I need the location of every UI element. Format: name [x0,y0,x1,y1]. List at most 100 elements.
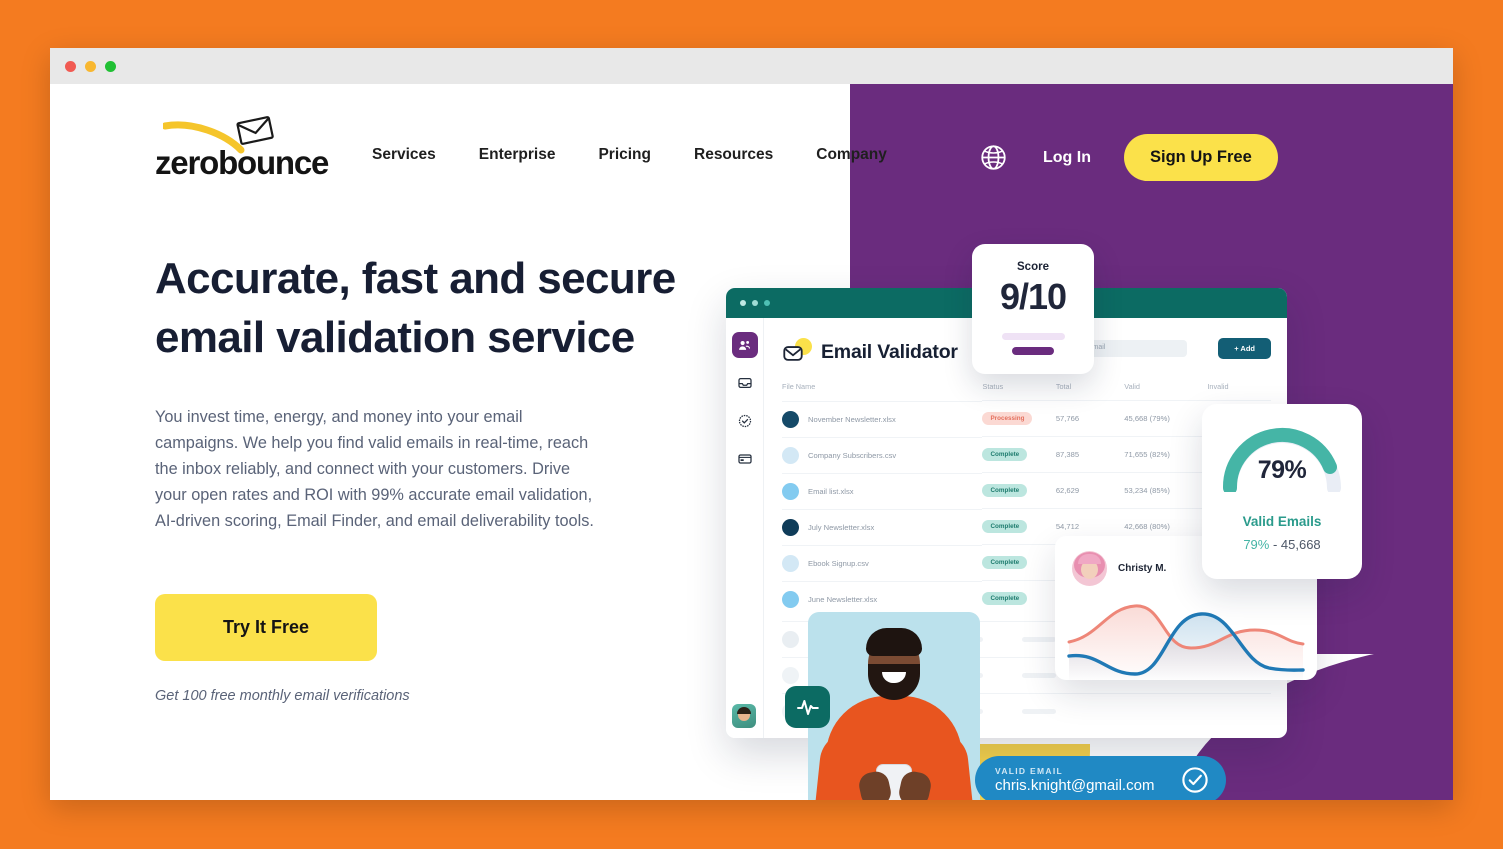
signup-free-button[interactable]: Sign Up Free [1123,134,1278,181]
window-maximize-dot[interactable] [105,61,116,72]
cell-file-name: November Newsletter.xlsx [782,400,983,437]
app-dot-2 [752,300,758,306]
login-link[interactable]: Log In [1043,149,1091,167]
gauge-detail: 79% - 45,668 [1243,537,1320,552]
window-minimize-dot[interactable] [85,61,96,72]
chart-user: Christy M. [1072,551,1166,586]
file-name-text: July Newsletter.xlsx [808,522,875,532]
status-badge: Complete [982,484,1028,497]
gauge: 79% [1220,426,1344,495]
site-header: zerobounce Services Enterprise Pricing R… [50,84,1453,194]
logo-text-zero: zero [155,144,219,181]
file-type-dot [782,554,799,572]
main-nav: Services Enterprise Pricing Resources Co… [372,146,887,164]
nav-item-pricing[interactable]: Pricing [598,146,651,164]
sidebar-user-avatar[interactable] [732,704,756,728]
app-dot-3 [764,300,770,306]
file-name-text: Company Subscribers.csv [808,450,897,460]
placeholder-bar [1022,672,1056,678]
score-bar-light [1001,333,1065,340]
page-title: Accurate, fast and secure email validati… [155,254,676,362]
col-invalid: Invalid [1207,382,1229,391]
file-name-text: June Newsletter.xlsx [808,594,878,604]
activity-tile[interactable] [785,686,830,728]
table-row[interactable]: November Newsletter.xlsx Processing 57,766… [782,400,1271,437]
cell-file-name: Email list.xlsx [782,472,983,509]
cell-valid: 71,655 (82%) [1124,436,1208,473]
file-type-dot [782,518,799,536]
cta-note: Get 100 free monthly email verifications [155,688,410,704]
status-badge: Complete [982,592,1028,606]
table-row[interactable]: Company Subscribers.csv Complete 87,385 71,… [782,436,1271,473]
score-label: Score [1017,261,1049,273]
avatar-hair [737,707,751,714]
cell-status: Complete [982,580,1056,617]
page-root: zerobounce Services Enterprise Pricing R… [0,0,1503,849]
cell-total: 57,766 [1055,400,1125,437]
nav-item-enterprise[interactable]: Enterprise [479,146,556,164]
pulse-icon [796,700,819,715]
score-value: 9/10 [999,276,1067,317]
file-type-dot [782,410,799,428]
cell-valid: 45,668 (79%) [1124,400,1208,437]
file-type-dot [782,482,799,500]
try-it-free-button[interactable]: Try It Free [155,594,378,661]
sidebar-item-verified[interactable] [732,408,758,434]
status-badge: Complete [982,448,1028,461]
valid-email-badge: VALID EMAIL chris.knight@gmail.com [975,756,1227,800]
file-name-text: Email list.xlsx [808,486,854,496]
valid-email-label: VALID EMAIL [995,766,1063,776]
sidebar-item-inbox[interactable] [732,370,758,396]
cell-valid: 53,234 (85%) [1124,472,1208,509]
envelope-icon [783,346,803,361]
nav-item-resources[interactable]: Resources [694,146,773,164]
logo-text-bounce: bounce [218,144,329,181]
placeholder-bar [1022,708,1056,714]
cell-file-name: Company Subscribers.csv [782,436,983,473]
placeholder-dot [782,666,799,684]
status-badge: Processing [982,412,1033,425]
hero-paragraph: You invest time, energy, and money into … [155,408,594,530]
app-add-button[interactable]: + Add [1218,338,1271,359]
gauge-detail-percent: 79% [1243,537,1270,552]
score-card: Score 9/10 [972,244,1094,374]
score-bar-dark [1012,347,1054,355]
avatar-bangs [1078,554,1101,564]
table-header-row: File Name Status Total Valid Invalid [782,382,1271,401]
file-type-dot [782,446,799,464]
placeholder-bar [1022,636,1056,642]
cell-total: 62,629 [1055,472,1125,509]
billing-icon [737,454,752,464]
browser-window: zerobounce Services Enterprise Pricing R… [50,48,1453,800]
check-circle-icon [1182,767,1209,793]
gauge-percent: 79% [1257,456,1307,484]
photo-hair [866,628,922,656]
status-badge: Complete [982,556,1028,569]
cell-status: Processing [982,400,1056,437]
person-photo [808,612,980,800]
cell-status: Complete [982,472,1056,509]
window-close-dot[interactable] [65,61,76,72]
placeholder-dot [782,630,799,648]
sidebar-item-billing[interactable] [732,446,758,472]
contacts-icon [739,340,751,350]
cell-total: 87,385 [1055,436,1125,473]
cell-status: Complete [982,508,1056,545]
nav-item-company[interactable]: Company [816,146,887,164]
logo-envelope-icon [236,116,274,145]
line-chart [1067,604,1305,680]
window-titlebar [50,48,1453,84]
chart-user-name: Christy M. [1118,563,1167,574]
sidebar-item-contacts[interactable] [731,332,758,358]
logo[interactable]: zerobounce [155,116,375,181]
app-sidebar [726,318,764,738]
file-type-dot [782,590,799,608]
table-row[interactable]: Email list.xlsx Complete 62,629 53,234 (85%… [782,472,1271,509]
hero-copy: Accurate, fast and secure email validati… [155,249,695,704]
nav-item-services[interactable]: Services [372,146,436,164]
globe-icon[interactable] [980,144,1007,171]
cell-status: Complete [982,436,1056,473]
logo-text: zerobounce [155,144,329,182]
gauge-detail-count: - 45,668 [1269,537,1321,552]
cell-status: Complete [982,544,1056,581]
